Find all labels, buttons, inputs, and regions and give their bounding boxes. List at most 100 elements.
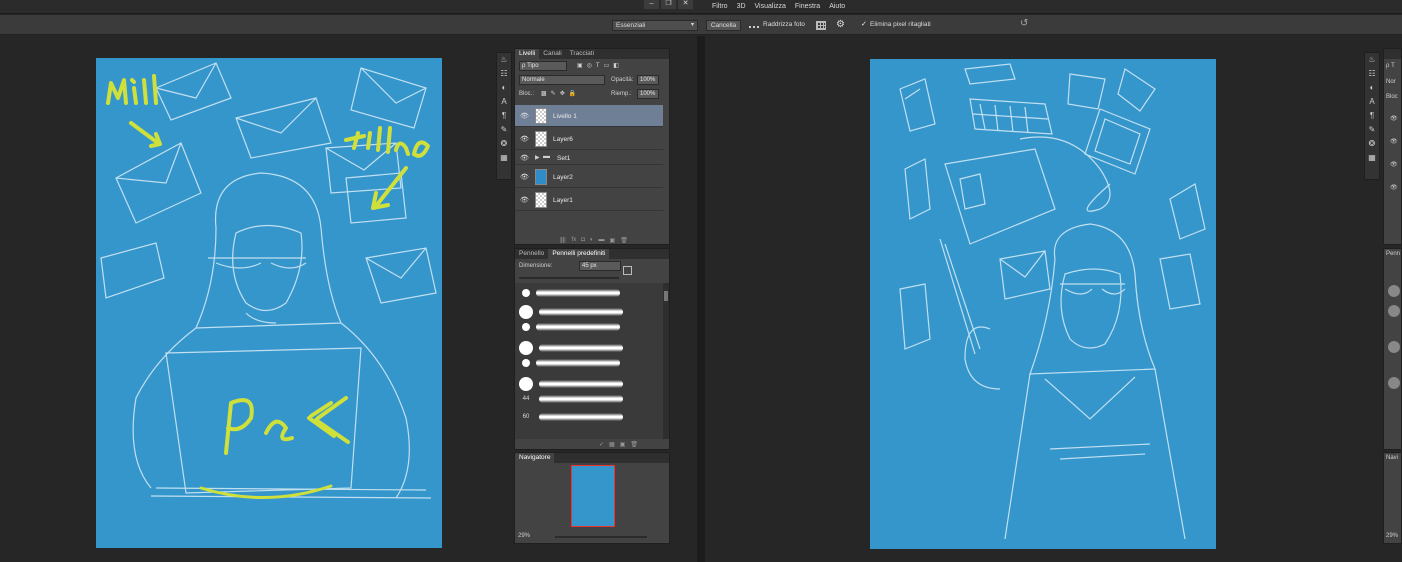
brush-tip-icon[interactable]	[1388, 305, 1400, 317]
adjustments-icon[interactable]: ◐	[1365, 81, 1379, 95]
menu-item-3d[interactable]: 3D	[737, 3, 746, 10]
right-filter-label[interactable]: ρ T	[1386, 63, 1395, 69]
color-icon[interactable]: ❂	[497, 137, 511, 151]
mask-icon[interactable]: ◘	[581, 237, 585, 244]
right-zoom-level[interactable]: 29%	[1386, 533, 1398, 539]
eye-icon[interactable]: 👁	[1390, 161, 1398, 168]
minimize-button[interactable]: ‒	[644, 0, 659, 9]
menu-item-view[interactable]: Visualizza	[755, 3, 786, 10]
brush-presets-icon[interactable]: ✎	[1365, 123, 1379, 137]
tab-navigator[interactable]: Navigatore	[515, 453, 555, 463]
brush-tip-icon[interactable]	[1388, 341, 1400, 353]
delete-pixels-checkbox[interactable]: ✓	[861, 21, 868, 28]
adjustment-layer-icon[interactable]: ◐	[590, 237, 594, 244]
fill-input[interactable]: 100%	[637, 89, 659, 99]
menu-item-help[interactable]: Aiuto	[829, 3, 845, 10]
brush-size-slider[interactable]	[519, 277, 619, 279]
close-button[interactable]: ✕	[678, 0, 693, 9]
brush-presets-icon[interactable]: ✎	[497, 123, 511, 137]
filter-icons[interactable]: ▣◎T▭◧	[577, 62, 623, 69]
new-layer-icon[interactable]: ▣	[610, 237, 616, 244]
link-icon[interactable]: ⛓	[559, 237, 567, 244]
character-icon[interactable]: A	[497, 95, 511, 109]
eye-icon[interactable]: 👁	[520, 135, 529, 143]
brush-preset[interactable]: 60	[519, 413, 623, 421]
grid-view-icon[interactable]: ▦	[609, 441, 615, 448]
brush-preset[interactable]	[519, 359, 620, 367]
layer-row[interactable]: 👁 Layer6	[515, 128, 663, 150]
tab-channels[interactable]: Canali	[539, 49, 565, 59]
right-navigator-label[interactable]: Navi	[1386, 455, 1398, 461]
trash-icon[interactable]: 🗑	[620, 237, 628, 244]
zoom-slider[interactable]	[555, 536, 647, 538]
lock-icons[interactable]: ▩✎✥🔒	[541, 90, 580, 97]
brush-preset[interactable]: 44	[519, 395, 623, 403]
eye-icon[interactable]: 👁	[1390, 138, 1398, 145]
adjustments-icon[interactable]: ◐	[497, 81, 511, 95]
swatches-icon[interactable]: ▦	[1365, 151, 1379, 165]
expand-arrow-icon[interactable]: ▶	[535, 154, 540, 161]
layer-row[interactable]: 👁 Livello 1	[515, 105, 663, 127]
brush-tip-icon[interactable]	[1388, 377, 1400, 389]
tab-layers[interactable]: Livelli	[515, 49, 540, 59]
scrollbar-thumb[interactable]	[664, 291, 668, 301]
new-preset-icon[interactable]	[623, 266, 632, 275]
properties-icon[interactable]: ☷	[497, 67, 511, 81]
right-brush-label[interactable]: Penn	[1386, 251, 1400, 257]
opacity-input[interactable]: 100%	[637, 75, 659, 85]
group-icon[interactable]: ▬	[599, 237, 605, 244]
tab-paths[interactable]: Tracciati	[566, 49, 598, 59]
brush-tip-icon[interactable]	[1388, 285, 1400, 297]
layer-group-row[interactable]: 👁 ▶ ▬ Set1	[515, 151, 663, 165]
tab-brush-presets[interactable]: Pennelli predefiniti	[548, 249, 610, 259]
brush-preset[interactable]	[519, 289, 620, 297]
eye-icon[interactable]: 👁	[520, 112, 529, 120]
history-icon[interactable]: ♨	[497, 53, 511, 67]
right-blend-label[interactable]: Nor	[1386, 79, 1396, 85]
brush-footer-icons[interactable]: ✓ ▦ ▣ 🗑	[599, 441, 638, 448]
eye-icon[interactable]: 👁	[1390, 115, 1398, 122]
layer-row[interactable]: 👁 Layer1	[515, 189, 663, 211]
menu-item-filter[interactable]: Filtro	[712, 3, 728, 10]
layer-row[interactable]: 👁 Layer2	[515, 166, 663, 188]
document-canvas-left[interactable]	[96, 58, 442, 548]
toggle-brush-panel-icon[interactable]: ✓	[599, 441, 604, 448]
brush-preset[interactable]	[519, 323, 620, 331]
navigator-preview[interactable]	[571, 465, 615, 527]
restore-button[interactable]: ❐	[661, 0, 676, 9]
brush-preset[interactable]	[519, 377, 623, 391]
gear-icon[interactable]: ⚙	[836, 19, 845, 30]
layers-footer-icons[interactable]: ⛓ fx ◘ ◐ ▬ ▣ 🗑	[559, 237, 628, 244]
brush-list-scrollbar[interactable]	[663, 283, 669, 439]
zoom-level[interactable]: 29%	[518, 533, 530, 539]
new-brush-icon[interactable]: ▣	[620, 441, 626, 448]
blend-mode-select[interactable]: Normale	[519, 75, 605, 85]
brush-preset[interactable]	[519, 341, 623, 355]
eye-icon[interactable]: 👁	[520, 196, 529, 204]
reset-icon[interactable]: ↺	[1020, 18, 1028, 29]
color-icon[interactable]: ❂	[1365, 137, 1379, 151]
eye-icon[interactable]: 👁	[520, 154, 529, 162]
eye-icon[interactable]: 👁	[520, 173, 529, 181]
paragraph-icon[interactable]: ¶	[497, 109, 511, 123]
brush-preset-list[interactable]: 44 60	[515, 283, 663, 439]
menu-item-window[interactable]: Finestra	[795, 3, 820, 10]
paragraph-icon[interactable]: ¶	[1365, 109, 1379, 123]
history-icon[interactable]: ♨	[1365, 53, 1379, 67]
layer-filter-select[interactable]: ρ Tipo	[519, 61, 567, 71]
properties-icon[interactable]: ☷	[1365, 67, 1379, 81]
straighten-icon[interactable]	[749, 23, 759, 28]
fx-icon[interactable]: fx	[572, 237, 577, 244]
swatches-icon[interactable]: ▦	[497, 151, 511, 165]
eye-icon[interactable]: 👁	[1390, 184, 1398, 191]
workspace-select[interactable]: Essenziali ▾	[612, 20, 698, 31]
tab-brush[interactable]: Pennello	[515, 249, 548, 259]
document-canvas-right[interactable]	[870, 59, 1216, 549]
cancel-button[interactable]: Cancella	[706, 20, 741, 31]
brush-size-input[interactable]: 45 px	[579, 261, 621, 271]
character-icon[interactable]: A	[1365, 95, 1379, 109]
brush-preset[interactable]	[519, 305, 623, 319]
straighten-label[interactable]: Raddrizza foto	[763, 21, 805, 28]
trash-icon[interactable]: 🗑	[630, 441, 638, 448]
overlay-grid-icon[interactable]	[816, 21, 826, 30]
